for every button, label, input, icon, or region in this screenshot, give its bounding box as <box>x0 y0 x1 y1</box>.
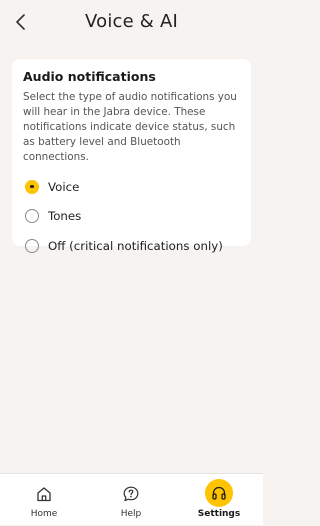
option-tones[interactable]: Tones <box>23 202 240 232</box>
radio-voice[interactable] <box>25 179 39 194</box>
nav-label-home: Home <box>30 509 58 519</box>
option-label: Tones <box>48 209 82 224</box>
option-label: Voice <box>48 179 80 194</box>
nav-label-settings: Settings <box>197 509 241 519</box>
radio-off[interactable] <box>25 238 39 253</box>
header: Voice & AI <box>0 0 263 46</box>
option-label: Off (critical notifications only) <box>48 238 223 253</box>
card-description: Select the type of audio notifications y… <box>23 91 237 163</box>
headphones-icon <box>205 479 233 507</box>
nav-item-help[interactable]: Help <box>96 474 166 526</box>
card-title: Audio notifications <box>23 69 156 84</box>
radio-tones[interactable] <box>25 209 39 224</box>
page-title: Voice & AI <box>84 11 178 32</box>
nav-item-home[interactable]: Home <box>9 474 79 526</box>
nav-label-help: Help <box>120 509 142 519</box>
option-voice[interactable]: Voice <box>23 172 240 202</box>
nav-item-settings[interactable]: Settings <box>184 474 254 526</box>
option-off[interactable]: Off (critical notifications only) <box>23 231 240 261</box>
audio-notifications-card: Audio notifications Select the type of a… <box>12 59 251 253</box>
notification-options: Voice Tones Off (critical notifications … <box>23 172 240 261</box>
help-icon <box>117 480 145 508</box>
bottom-nav: Home Help Settings <box>0 473 263 525</box>
home-icon <box>30 480 58 508</box>
